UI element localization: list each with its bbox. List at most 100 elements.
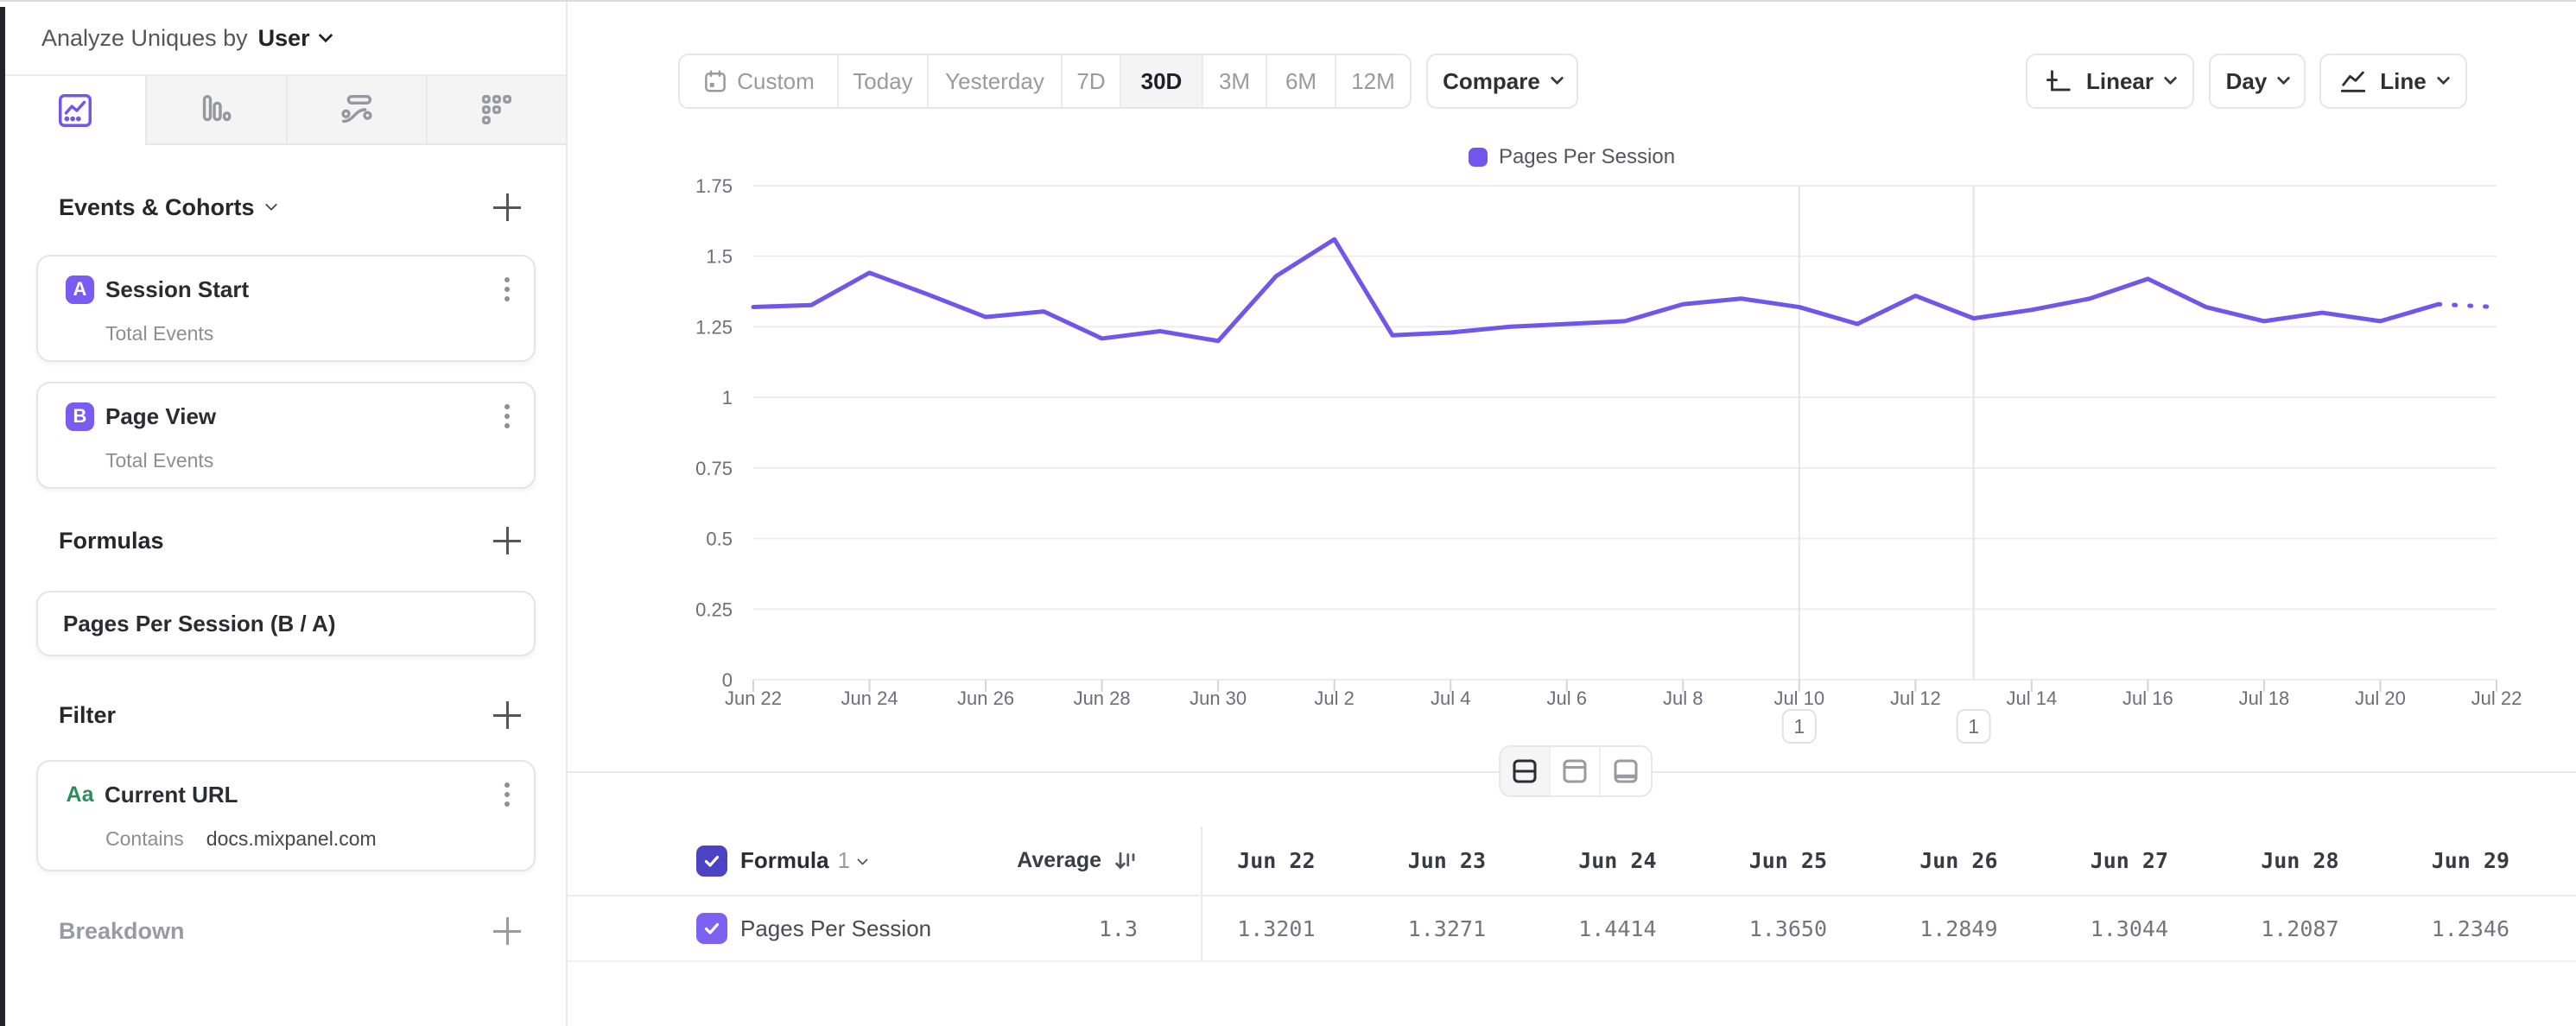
table-cell-value: 1.2346 xyxy=(2397,896,2568,960)
table-cell-value: 1.3044 xyxy=(2056,896,2227,960)
line-chart-icon xyxy=(2338,66,2368,96)
compare-label: Compare xyxy=(1443,68,1540,95)
x-axis-tick-label: Jul 6 xyxy=(1546,687,1586,709)
series-line xyxy=(753,239,2439,341)
tab-line-chart[interactable] xyxy=(5,76,145,145)
table-data-row[interactable]: Pages Per Session 1.3 1.32011.32711.4414… xyxy=(568,896,2576,962)
x-axis-tick-label: Jun 28 xyxy=(1074,687,1131,709)
tab-flow-chart[interactable] xyxy=(286,76,426,145)
event-card-b[interactable]: B Page View Total Events xyxy=(36,382,536,489)
layout-table-only-button[interactable] xyxy=(1601,747,1651,795)
x-axis-tick-label: Jun 22 xyxy=(725,687,782,709)
formula-column-label: Formula xyxy=(740,847,829,874)
table-cell-value: 1.3201 xyxy=(1202,896,1374,960)
chevron-down-icon xyxy=(1551,72,1564,86)
calendar-icon xyxy=(702,68,728,94)
average-label: Average xyxy=(1017,848,1101,873)
filter-value[interactable]: docs.mixpanel.com xyxy=(206,827,377,851)
metrics-grid-icon xyxy=(477,90,517,130)
filter-card[interactable]: Aa Current URL Contains docs.mixpanel.co… xyxy=(36,760,536,871)
table-header-row: Formula 1 Average Jun 22Jun 23Jun 24Jun … xyxy=(568,826,2576,896)
table-col-header[interactable]: Jun 29 xyxy=(2397,826,2568,895)
date-range-3m[interactable]: 3M xyxy=(1203,55,1267,107)
layout-chart-only-button[interactable] xyxy=(1551,747,1601,795)
breakdown-section-title: Breakdown xyxy=(59,918,185,945)
line-chart-icon xyxy=(55,91,95,130)
table-date-values: 1.32011.32711.44141.36501.28491.30441.20… xyxy=(1201,896,2576,960)
axis-scale-label: Linear xyxy=(2086,68,2154,95)
date-range-7d[interactable]: 7D xyxy=(1063,55,1121,107)
select-all-checkbox[interactable] xyxy=(696,846,727,877)
formula-card[interactable]: Pages Per Session (B / A) xyxy=(36,591,536,656)
check-icon xyxy=(701,918,722,939)
series-average-value: 1.3 xyxy=(1099,916,1201,941)
formulas-section-title: Formulas xyxy=(59,528,164,554)
y-axis-tick-label: 0.75 xyxy=(695,458,733,479)
table-col-header[interactable]: Jun 25 xyxy=(1715,826,1886,895)
table-col-header[interactable]: Jun 24 xyxy=(1544,826,1715,895)
kebab-menu-icon[interactable] xyxy=(504,414,510,419)
x-axis-tick-label: Jul 16 xyxy=(2122,687,2173,709)
analyze-by-dropdown[interactable]: User xyxy=(258,25,331,52)
bar-chart-icon xyxy=(196,90,236,130)
date-range-30d[interactable]: 30D xyxy=(1121,55,1203,107)
filter-section-title: Filter xyxy=(59,702,116,729)
linear-axis-icon xyxy=(2045,66,2074,96)
axis-scale-button[interactable]: Linear xyxy=(2026,54,2194,109)
kebab-menu-icon[interactable] xyxy=(504,792,510,797)
table-col-header[interactable]: Jun 27 xyxy=(2056,826,2227,895)
average-column-header[interactable]: Average xyxy=(1017,848,1201,874)
formula-column-dropdown[interactable]: Formula 1 xyxy=(740,847,866,874)
kebab-menu-icon[interactable] xyxy=(504,287,510,292)
date-range-today[interactable]: Today xyxy=(839,55,929,107)
split-view-icon xyxy=(1509,756,1540,787)
tab-metrics-grid[interactable] xyxy=(426,76,566,145)
breakdown-section-header: Breakdown xyxy=(59,917,521,945)
chevron-down-icon[interactable] xyxy=(264,198,276,210)
x-axis-tick-label: Jun 26 xyxy=(957,687,1014,709)
date-range-12m[interactable]: 12M xyxy=(1336,55,1410,107)
x-axis-tick-label: Jul 8 xyxy=(1663,687,1703,709)
sort-descending-icon xyxy=(1112,848,1138,874)
table-col-header[interactable]: Jun 23 xyxy=(1374,826,1545,895)
table-col-header[interactable]: Jun 22 xyxy=(1202,826,1374,895)
add-event-icon[interactable] xyxy=(493,193,521,221)
event-card-a[interactable]: A Session Start Total Events xyxy=(36,255,536,362)
series-line-incomplete xyxy=(2439,304,2497,307)
mixpanel-insights-screen: Analyze Uniques by User Events & Cohorts xyxy=(0,0,2576,1026)
event-metric[interactable]: Total Events xyxy=(105,322,213,345)
add-breakdown-icon[interactable] xyxy=(493,917,521,945)
chevron-down-icon xyxy=(2277,72,2291,86)
query-builder-sidebar: Analyze Uniques by User Events & Cohorts xyxy=(5,2,568,1026)
table-col-header[interactable]: Jun 26 xyxy=(1885,826,2056,895)
date-range-custom[interactable]: Custom xyxy=(680,55,839,107)
add-formula-icon[interactable] xyxy=(493,527,521,554)
table-col-header[interactable]: Jun 28 xyxy=(2226,826,2397,895)
chart-type-button[interactable]: Line xyxy=(2319,54,2467,109)
chevron-down-icon xyxy=(857,854,868,865)
table-cell-value: 1.4414 xyxy=(1544,896,1715,960)
date-range-control: CustomTodayYesterday7D30D3M6M12M xyxy=(678,54,1412,109)
compare-button[interactable]: Compare xyxy=(1426,54,1578,109)
y-axis-tick-label: 0.5 xyxy=(706,529,733,550)
event-name: Page View xyxy=(105,403,216,430)
add-filter-icon[interactable] xyxy=(493,701,521,729)
y-axis-tick-label: 1.5 xyxy=(706,246,733,268)
y-axis-tick-label: 0.25 xyxy=(695,598,733,620)
x-axis-tick-label: Jul 10 xyxy=(1773,687,1824,709)
line-chart: 00.250.50.7511.251.51.7511Jun 22Jun 24Ju… xyxy=(568,114,2576,779)
y-axis-tick-label: 1.75 xyxy=(695,175,733,197)
chevron-down-icon xyxy=(318,28,333,42)
x-axis-tick-label: Jul 14 xyxy=(2007,687,2058,709)
series-checkbox[interactable] xyxy=(696,913,727,944)
tab-bar-chart[interactable] xyxy=(145,76,285,145)
filter-operator[interactable]: Contains xyxy=(105,827,184,851)
table-cell-value: 1.3271 xyxy=(1374,896,1545,960)
date-range-yesterday[interactable]: Yesterday xyxy=(929,55,1063,107)
layout-split-view-button[interactable] xyxy=(1501,747,1551,795)
date-range-6m[interactable]: 6M xyxy=(1267,55,1336,107)
y-axis-tick-label: 1.25 xyxy=(695,316,733,338)
analyze-by-value: User xyxy=(258,25,310,52)
interval-button[interactable]: Day xyxy=(2209,54,2306,109)
event-metric[interactable]: Total Events xyxy=(105,449,213,472)
